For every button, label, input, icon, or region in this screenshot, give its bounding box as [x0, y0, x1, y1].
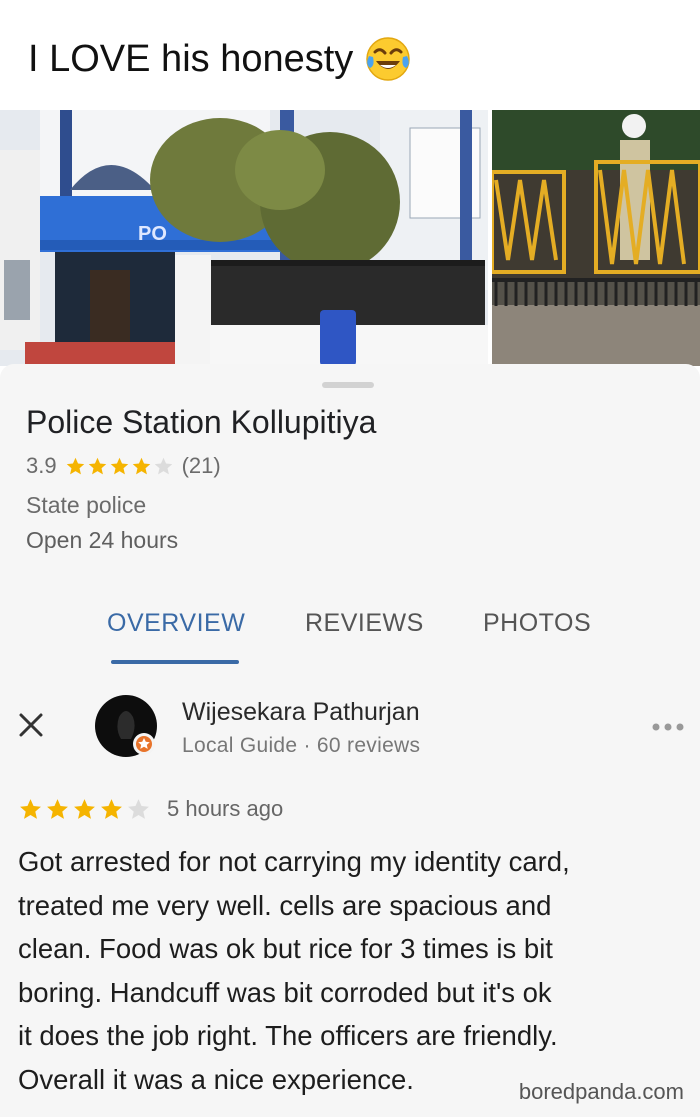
reviewer-avatar[interactable] — [95, 695, 157, 757]
watermark: boredpanda.com — [518, 1079, 684, 1104]
review-line: Got arrested for not carrying my identit… — [18, 846, 570, 877]
reviewer-name[interactable]: Wijesekara Pathurjan — [182, 698, 420, 727]
review-count: (21) — [181, 453, 221, 478]
star-filled-icon — [74, 798, 95, 819]
police-station-illustration: PO — [0, 110, 488, 366]
star-empty-icon — [128, 798, 149, 819]
place-rating-row[interactable]: 3.9 (21) — [26, 453, 221, 479]
place-details-card: Police Station Kollupitiya 3.9 (21) Stat… — [0, 364, 700, 1117]
star-filled-icon — [132, 457, 150, 474]
building-sign-text: PO — [138, 223, 167, 245]
close-icon[interactable] — [16, 710, 46, 740]
review-stars — [18, 797, 151, 822]
station-photo-main[interactable]: PO — [0, 110, 488, 366]
opening-hours: Open 24 hours — [26, 527, 179, 553]
star-filled-icon — [88, 457, 106, 474]
drag-handle[interactable] — [322, 382, 374, 388]
more-options-icon[interactable] — [651, 722, 685, 732]
review-line: boring. Handcuff was bit corroded but it… — [18, 976, 552, 1008]
tab-reviews[interactable]: REVIEWS — [305, 609, 424, 638]
star-filled-icon — [101, 798, 122, 819]
star-filled-icon — [110, 457, 128, 474]
place-title: Police Station Kollupitiya — [26, 404, 377, 440]
rating-stars — [65, 456, 174, 477]
star-filled-icon — [20, 798, 41, 819]
reviewer-meta: Local Guide · 60 reviews — [182, 734, 421, 757]
review-line: treated me very well. cells are spacious… — [18, 889, 552, 921]
laughing-emoji-icon — [366, 37, 411, 81]
station-photo-side[interactable] — [492, 110, 700, 366]
yellow-gate-illustration — [492, 110, 700, 366]
review-text: Got arrested for not carrying my identit… — [18, 840, 688, 1101]
caption-text: I LOVE his honesty — [28, 37, 354, 80]
rating-value: 3.9 — [26, 453, 57, 478]
place-category: State police — [26, 492, 147, 518]
star-empty-icon — [154, 457, 172, 474]
tab-overview[interactable]: OVERVIEW — [107, 609, 245, 638]
review-rating-row: 5 hours ago — [18, 796, 283, 822]
star-filled-icon — [66, 457, 84, 474]
active-tab-indicator — [111, 660, 239, 664]
caption: I LOVE his honesty — [28, 36, 411, 82]
review-line: clean. Food was ok but rice for 3 times … — [18, 933, 553, 964]
star-filled-icon — [47, 798, 68, 819]
tab-photos[interactable]: PHOTOS — [483, 609, 591, 638]
review-time: 5 hours ago — [167, 796, 284, 821]
review-line: it does the job right. The officers are … — [18, 1020, 558, 1051]
